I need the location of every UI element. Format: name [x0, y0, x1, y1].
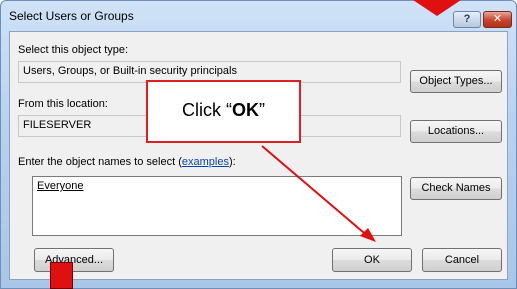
callout-bold: OK: [232, 100, 259, 120]
dialog-body: Select this object type: Users, Groups, …: [9, 31, 508, 280]
advanced-button[interactable]: Advanced...: [34, 248, 114, 272]
object-types-button[interactable]: Object Types...: [410, 70, 502, 93]
close-button[interactable]: ✕: [483, 11, 512, 28]
examples-link[interactable]: examples: [182, 156, 229, 168]
check-names-button[interactable]: Check Names: [410, 177, 502, 200]
cancel-button[interactable]: Cancel: [422, 248, 502, 272]
object-types-button-label: Object Types...: [419, 75, 493, 87]
ok-button[interactable]: OK: [332, 248, 412, 272]
window-title: Select Users or Groups: [9, 9, 134, 23]
red-marker: [50, 262, 73, 289]
top-arrow-marker: [413, 0, 461, 16]
names-label-suffix: ):: [228, 156, 236, 168]
names-label-prefix: Enter the object names to select (: [18, 156, 182, 168]
click-ok-callout: Click “OK”: [146, 80, 301, 143]
close-icon: ✕: [492, 13, 503, 25]
check-names-label: Check Names: [421, 182, 491, 194]
names-label: Enter the object names to select (exampl…: [18, 156, 236, 168]
ok-label: OK: [364, 254, 380, 266]
object-type-label: Select this object type:: [18, 44, 129, 56]
location-label: From this location:: [18, 98, 108, 110]
object-names-input[interactable]: Everyone: [32, 176, 402, 236]
callout-suffix: ”: [259, 100, 265, 120]
callout-prefix: Click “: [182, 100, 232, 120]
question-icon: ?: [463, 13, 471, 25]
locations-button[interactable]: Locations...: [410, 120, 502, 143]
object-names-value: Everyone: [37, 180, 84, 192]
cancel-label: Cancel: [444, 254, 480, 266]
locations-button-label: Locations...: [427, 125, 485, 137]
select-users-dialog: Select Users or Groups ? ✕ Select this o…: [0, 0, 517, 289]
